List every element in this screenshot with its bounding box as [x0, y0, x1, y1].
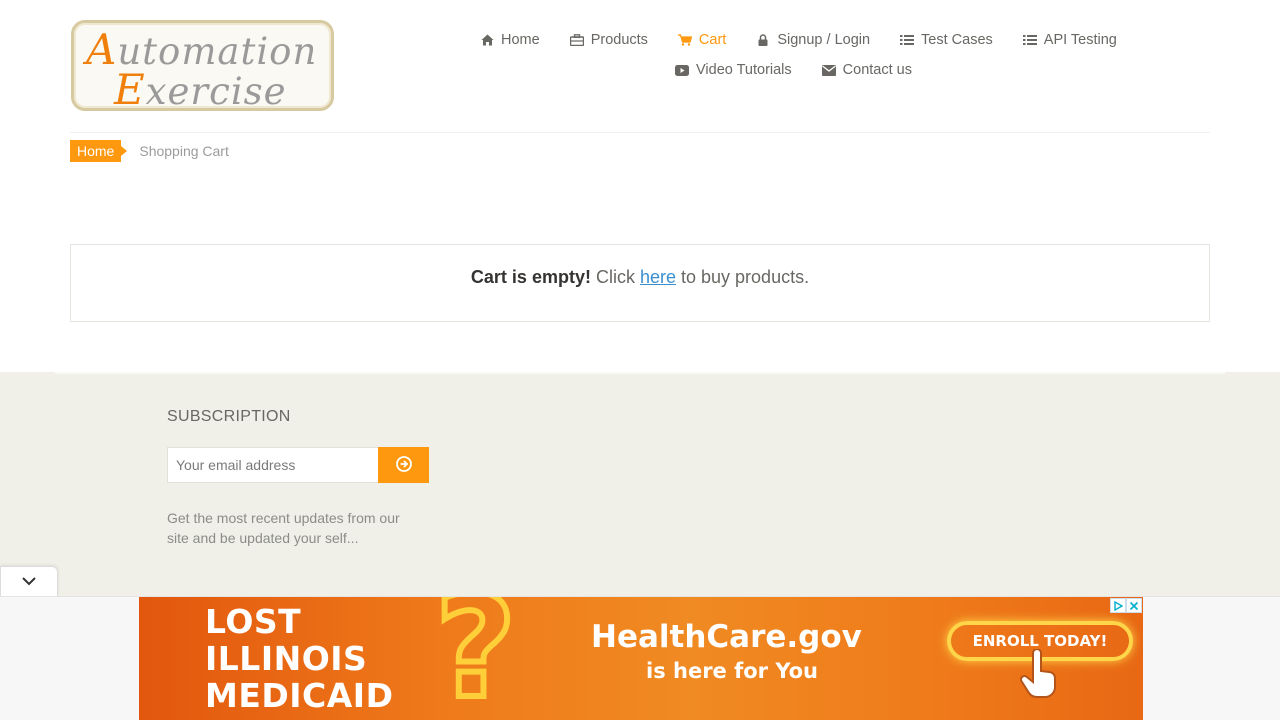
nav-video-tutorials[interactable]: Video Tutorials [675, 62, 792, 78]
healthcare-ad-banner[interactable]: LOST ILLINOIS MEDICAID ? HealthCare.gov … [139, 597, 1143, 720]
site-header: Automation Exercise Home Products Cart S… [0, 0, 1280, 133]
lock-icon [756, 33, 770, 47]
main-nav: Home Products Cart Signup / Login Test C… [470, 28, 1230, 88]
envelope-icon [821, 63, 836, 77]
empty-cart-text-pre: Click [590, 267, 640, 287]
buy-products-link[interactable]: here [640, 267, 676, 287]
automation-exercise-logo[interactable]: Automation Exercise [71, 20, 334, 114]
chevron-down-icon [21, 573, 37, 591]
subscribe-button[interactable] [378, 447, 429, 483]
nav-products[interactable]: Products [569, 32, 648, 48]
breadcrumb: Home Shopping Cart [70, 140, 229, 162]
footer-divider [55, 372, 1225, 374]
adchoices-icon[interactable] [1110, 598, 1126, 613]
breadcrumb-home-link[interactable]: Home [70, 140, 128, 162]
shopping-cart-icon [677, 33, 692, 47]
ad-headline: LOST ILLINOIS MEDICAID [205, 602, 394, 715]
ad-collapse-toggle[interactable] [0, 566, 58, 596]
logo-line-2: Exercise [114, 65, 287, 114]
ad-brand: HealthCare.gov [591, 619, 862, 655]
subscription-email-input[interactable] [167, 447, 379, 483]
footer: SUBSCRIPTION Get the most recent updates… [0, 372, 1280, 602]
question-mark-graphic: ? [432, 597, 519, 720]
header-divider [70, 132, 1210, 133]
ad-tagline: is here for You [646, 659, 818, 683]
nav-test-cases[interactable]: Test Cases [900, 32, 993, 48]
subscription-description: Get the most recent updates from our sit… [167, 510, 400, 546]
pointer-hand-icon [1019, 648, 1059, 704]
nav-cart[interactable]: Cart [677, 32, 726, 48]
arrow-circle-right-icon [395, 455, 412, 475]
empty-cart-text-post: to buy products. [676, 267, 810, 287]
list-icon [1022, 33, 1037, 47]
nav-contact-us[interactable]: Contact us [821, 62, 912, 78]
nav-api-testing[interactable]: API Testing [1022, 32, 1117, 48]
nav-home[interactable]: Home [480, 32, 540, 48]
list-icon [900, 33, 915, 47]
youtube-play-icon [675, 63, 689, 77]
subscription-title: SUBSCRIPTION [167, 408, 291, 425]
briefcase-icon [569, 33, 584, 47]
empty-cart-message: Cart is empty! Click here to buy product… [70, 244, 1210, 322]
breadcrumb-current: Shopping Cart [139, 143, 229, 159]
ad-close-icon[interactable] [1126, 598, 1142, 613]
empty-cart-heading: Cart is empty! [470, 267, 591, 287]
ad-controls [1110, 598, 1142, 613]
home-icon [480, 33, 494, 47]
nav-signup-login[interactable]: Signup / Login [756, 32, 870, 48]
